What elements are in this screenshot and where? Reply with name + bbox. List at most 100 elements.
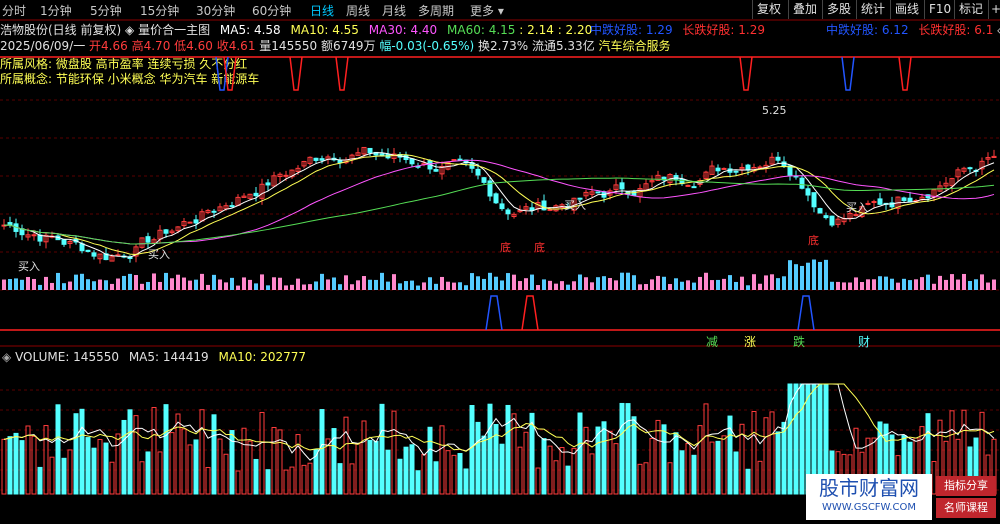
candle-body: [715, 167, 721, 172]
inner-volume-bar: [416, 285, 420, 290]
volume-bar: [397, 458, 403, 495]
candle-body: [475, 168, 481, 176]
volume-bar: [367, 439, 373, 495]
inner-volume-bar: [872, 279, 876, 290]
inner-volume-bar: [788, 260, 792, 290]
inner-volume-bar: [284, 285, 288, 290]
inner-volume-bar: [536, 285, 540, 290]
inner-volume-bar: [560, 281, 564, 290]
inner-volume-bar: [974, 279, 978, 290]
volume-bar: [685, 443, 691, 495]
volume-bar: [691, 454, 697, 495]
volume-bar: [199, 409, 205, 495]
volume-bar: [601, 421, 607, 495]
inner-volume-bar: [806, 262, 810, 290]
volume-bar: [385, 449, 391, 495]
inner-volume-bar: [200, 273, 204, 290]
inner-volume-bar: [188, 280, 192, 290]
volume-bar: [163, 404, 169, 495]
inner-volume-bar: [566, 284, 570, 290]
volume-bar: [415, 470, 421, 495]
bottom-label-3: 底: [808, 233, 819, 247]
candle-body: [547, 208, 553, 211]
volume-bar: [103, 442, 109, 495]
volume-bar: [349, 463, 355, 495]
inner-volume-bar: [686, 280, 690, 290]
watermark-tag1: 指标分享: [936, 476, 996, 496]
band-label-4: 财: [858, 335, 871, 349]
inner-volume-bar: [140, 283, 144, 290]
volume-bar: [139, 461, 145, 495]
inner-volume-bar: [8, 279, 12, 290]
candle-body: [367, 147, 373, 154]
inner-volume-bar: [842, 282, 846, 290]
inner-volume-bar: [488, 272, 492, 290]
candle-body: [505, 209, 511, 215]
inner-volume-bar: [608, 278, 612, 290]
inner-volume-bar: [182, 277, 186, 290]
volume-header: ◈ VOLUME: 145550 MA5: 144419 MA10: 20277…: [2, 350, 306, 364]
volume-bar: [457, 453, 463, 495]
band2-spike: [797, 295, 815, 331]
volume-bar: [247, 440, 253, 495]
volume-bar: [553, 460, 559, 495]
inner-volume-bar: [170, 278, 174, 290]
volume-bar: [31, 435, 37, 495]
candle-body: [853, 214, 859, 217]
buy-signal-1: 买入: [148, 248, 170, 261]
inner-volume-bar: [860, 282, 864, 290]
volume-bar: [583, 426, 589, 495]
volume-bar: [91, 447, 97, 495]
band-label-3: 跌: [793, 335, 806, 349]
inner-volume-bar: [590, 282, 594, 290]
inner-volume-bar: [818, 261, 822, 290]
inner-volume-bar: [326, 279, 330, 290]
volume-bar: [391, 410, 397, 495]
signal-spike: [335, 56, 349, 91]
volume-bar: [799, 383, 805, 495]
inner-volume-bar: [248, 279, 252, 290]
volume-bar: [73, 413, 79, 495]
inner-volume-bar: [314, 281, 318, 290]
inner-volume-bar: [944, 279, 948, 290]
inner-volume-bar: [476, 276, 480, 290]
volume-bar: [733, 451, 739, 495]
volume-bar: [661, 424, 667, 495]
inner-volume-bar: [794, 264, 798, 290]
inner-volume-bar: [728, 275, 732, 290]
volume-bar: [379, 403, 385, 495]
volume-bar: [409, 444, 415, 495]
volume-bar: [133, 415, 139, 495]
volume-bar: [169, 432, 175, 495]
inner-volume-bar: [638, 284, 642, 290]
inner-volume-bar: [86, 279, 90, 290]
volume-bar: [613, 443, 619, 495]
candle-body: [91, 252, 97, 257]
volume-bar: [673, 432, 679, 495]
candle-body: [823, 215, 829, 219]
volume-bar: [337, 463, 343, 495]
volume-bar: [589, 453, 595, 495]
inner-volume-bar: [980, 274, 984, 290]
kline-chart[interactable]: 5.25买入买入 买入买入底 底底: [0, 0, 1000, 524]
candle-body: [721, 167, 727, 170]
volume-bar: [1, 438, 7, 495]
inner-volume-bar: [332, 277, 336, 290]
inner-volume-bar: [482, 278, 486, 290]
inner-volume-bar: [344, 275, 348, 290]
volume-bar: [211, 414, 217, 495]
inner-volume-bar: [80, 273, 84, 290]
candle-body: [31, 234, 37, 237]
volume-bar: [475, 421, 481, 495]
candle-body: [745, 164, 751, 171]
candle-body: [799, 177, 805, 189]
inner-volume-bar: [734, 281, 738, 290]
inner-volume-bar: [494, 276, 498, 290]
inner-volume-bar: [710, 280, 714, 290]
volume-bar: [427, 426, 433, 495]
bottom-label-2: 底: [534, 240, 545, 254]
volume-bar: [151, 407, 157, 495]
inner-volume-bar: [530, 274, 534, 290]
inner-volume-bar: [122, 275, 126, 290]
volume-bar: [361, 420, 367, 495]
